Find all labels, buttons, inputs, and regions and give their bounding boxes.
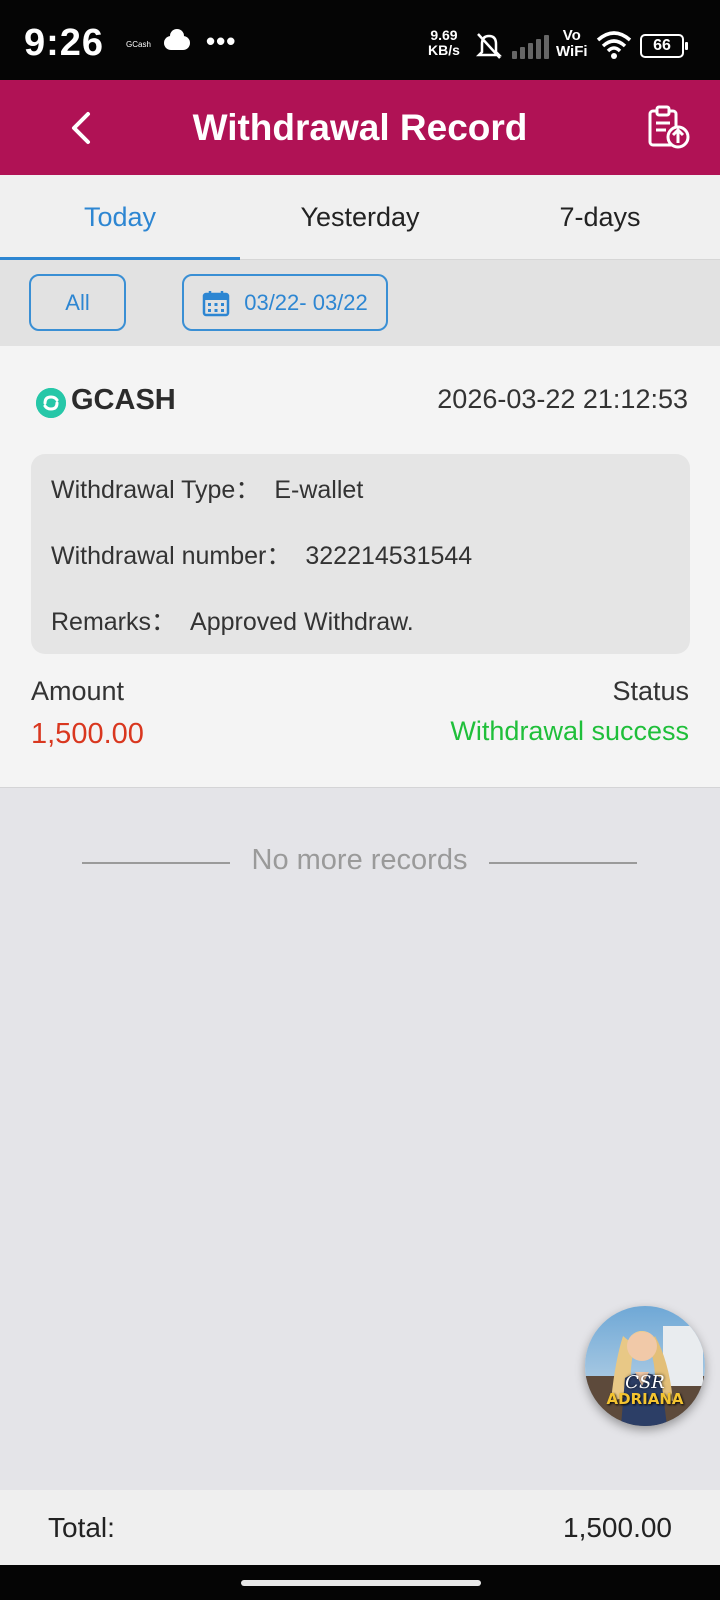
total-bar: Total: 1,500.00 <box>0 1490 720 1565</box>
status-value: Withdrawal success <box>450 716 689 746</box>
list-end-indicator: No more records <box>82 842 637 882</box>
support-agent-avatar <box>585 1306 705 1426</box>
filter-bar: All 03/22- 03/22 <box>0 260 720 346</box>
calendar-icon <box>202 290 230 316</box>
tab-today[interactable]: Today <box>0 175 240 260</box>
gcash-logo-icon <box>36 388 66 418</box>
record-datetime: 2026-03-22 21:12:53 <box>437 384 688 414</box>
more-notifications-icon: ••• <box>206 26 237 56</box>
tab-yesterday[interactable]: Yesterday <box>240 175 480 259</box>
tab-7-days[interactable]: 7-days <box>480 175 720 259</box>
gcash-notification-icon: GCash <box>126 40 151 49</box>
avatar-caption-line2: ADRIANA <box>606 1390 684 1408</box>
remarks-value: Approved Withdraw. <box>190 608 414 636</box>
withdrawal-number-value: 322214531544 <box>305 542 473 570</box>
back-button[interactable] <box>58 104 106 152</box>
battery-icon: 66 <box>640 34 688 58</box>
home-gesture-handle[interactable] <box>241 1580 481 1586</box>
export-records-button[interactable] <box>644 104 692 152</box>
withdrawal-type-row: Withdrawal Type： E-wallet <box>51 470 363 506</box>
signal-icon <box>512 33 549 59</box>
network-speed: 9.69 KB/s <box>428 27 460 58</box>
bell-muted-icon <box>474 30 504 65</box>
clipboard-upload-icon <box>648 105 690 149</box>
status-label: Status <box>612 676 689 706</box>
record-details: Withdrawal Type： E-wallet Withdrawal numb… <box>31 454 690 654</box>
payment-method-name: GCASH <box>71 384 176 416</box>
status-bar: 9:26 GCash ••• 9.69 KB/s Vo WiFi 66 <box>0 0 720 80</box>
page-title: Withdrawal Record <box>192 107 528 148</box>
filter-all-button[interactable]: All <box>29 274 126 331</box>
withdrawal-type-value: E-wallet <box>274 476 364 504</box>
remarks-label: Remarks： <box>51 608 177 636</box>
divider <box>489 862 637 864</box>
date-tabs: Today Yesterday 7-days <box>0 175 720 260</box>
amount-value: 1,500.00 <box>31 718 144 750</box>
withdrawal-type-label: Withdrawal Type： <box>51 476 261 504</box>
date-range-label: 03/22- 03/22 <box>244 289 368 315</box>
customer-support-avatar-button[interactable]: CSR ADRIANA <box>585 1306 705 1426</box>
withdrawal-number-row: Withdrawal number： 322214531544 <box>51 536 472 572</box>
total-value: 1,500.00 <box>563 1512 672 1543</box>
amount-label: Amount <box>31 676 125 706</box>
remarks-row: Remarks： Approved Withdraw. <box>51 602 414 638</box>
no-more-records-text: No more records <box>251 844 468 876</box>
total-label: Total: <box>48 1512 115 1543</box>
withdrawal-number-label: Withdrawal number： <box>51 542 292 570</box>
vowifi-indicator: Vo WiFi <box>556 27 588 60</box>
cloud-icon <box>164 29 190 50</box>
wifi-icon <box>596 30 632 65</box>
clock: 9:26 <box>24 22 105 64</box>
app-header: Withdrawal Record <box>0 80 720 175</box>
withdrawal-record-card[interactable]: GCASH 2026-03-22 21:12:53 Withdrawal Typ… <box>0 346 720 788</box>
date-range-picker[interactable]: 03/22- 03/22 <box>182 274 388 331</box>
system-navigation-bar <box>0 1565 720 1600</box>
chevron-left-icon <box>72 112 90 144</box>
